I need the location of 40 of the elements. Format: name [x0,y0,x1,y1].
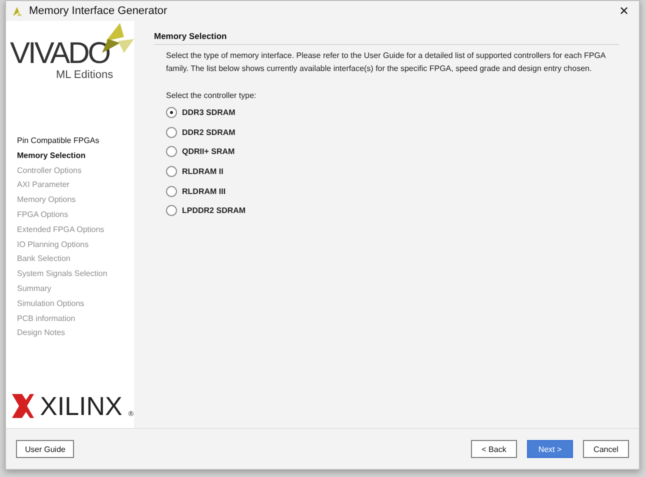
radio-icon[interactable] [166,186,177,197]
wizard-step: Bank Selection [17,253,70,265]
wizard-step: Memory Options [17,194,76,206]
wizard-step: AXI Parameter [17,179,70,191]
wizard-step: Summary [17,282,52,294]
product-logo: VIVADO [10,39,110,69]
controller-radio[interactable]: QDRII+ SRAM [166,142,235,162]
wizard-step: Extended FPGA Options [17,224,104,236]
cancel-button[interactable]: Cancel [583,440,629,458]
back-button[interactable]: < Back [471,440,517,458]
wizard-step: Design Notes [17,327,66,339]
controller-prompt: Select the controller type: [166,91,256,100]
wizard-step: IO Planning Options [17,238,89,250]
radio-icon[interactable] [166,166,177,178]
vendor-logo: XILINX [40,394,122,418]
radio-icon[interactable] [166,205,177,216]
edition-label: ML Editions [56,69,114,81]
wizard-step: FPGA Options [17,208,68,220]
wizard-step: Simulation Options [17,298,84,310]
app-icon [12,6,23,16]
section-title: Memory Selection [154,31,619,45]
wizard-step: Controller Options [17,164,82,176]
radio-icon[interactable] [166,107,177,118]
wizard-step: PCB information [17,312,76,324]
section-description: Select the type of memory interface. Please refer to the User Guide for a detailed list of supported controllers for each FPGA family. The list below shows currently available interface(s) for the specific FPGA, speed grade and design entry chosen. [166,50,607,75]
wizard-step: System Signals Selection [17,268,108,280]
wizard-step: Pin Compatible FPGAs [17,135,100,146]
wizard-step: Memory Selection [17,150,86,162]
controller-radio[interactable]: LPDDR2 SDRAM [166,200,246,221]
controller-radio[interactable]: RLDRAM III [166,181,226,201]
radio-icon[interactable] [166,146,177,158]
next-button[interactable]: Next > [527,440,573,458]
window-title: Memory Interface Generator [29,5,168,17]
user-guide-button[interactable]: User Guide [16,440,74,458]
controller-radio[interactable]: DDR2 SDRAM [166,122,236,142]
close-button[interactable]: ✕ [615,4,633,18]
controller-radio[interactable]: RLDRAM II [166,162,224,182]
vendor-logo-icon [12,394,34,418]
controller-radio[interactable]: DDR3 SDRAM [166,103,236,123]
radio-icon[interactable] [166,126,177,138]
